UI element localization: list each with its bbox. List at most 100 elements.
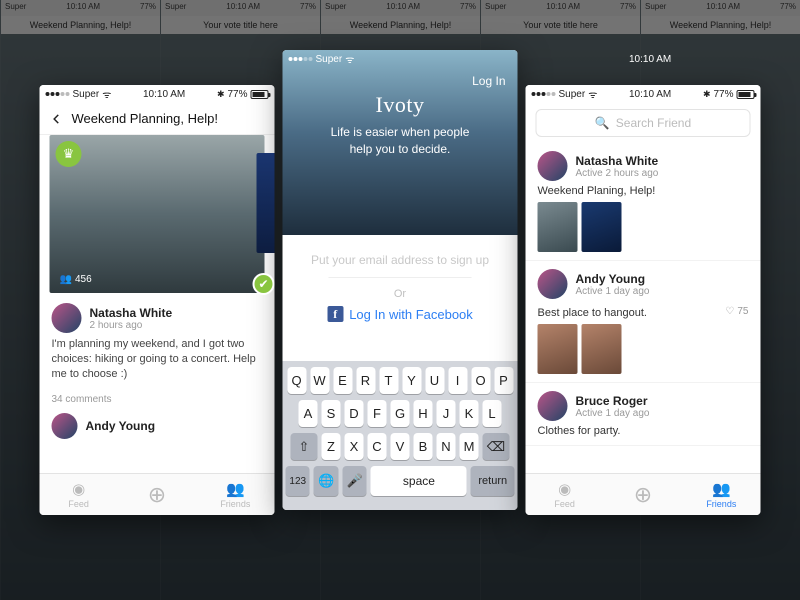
- thumbnail[interactable]: [582, 202, 622, 252]
- key-m[interactable]: M: [460, 433, 479, 460]
- space-key[interactable]: space: [371, 466, 467, 496]
- key-a[interactable]: A: [299, 400, 318, 427]
- friend-active-time: Active 1 day ago: [576, 408, 650, 419]
- thumbnail[interactable]: [538, 202, 578, 252]
- bluetooth-icon: ✱: [703, 89, 711, 100]
- key-t[interactable]: T: [379, 367, 398, 394]
- clock-label: 10:10 AM: [629, 89, 671, 100]
- friend-card[interactable]: Andy Young Active 1 day ago Best place t…: [526, 261, 761, 383]
- friend-name: Bruce Roger: [576, 394, 650, 408]
- avatar[interactable]: [52, 303, 82, 333]
- key-l[interactable]: L: [483, 400, 502, 427]
- keyboard: QWERTYUIOP ASDFGHJKL ⇧ZXCVBNM⌫ 123 🌐 🎤 s…: [283, 361, 518, 510]
- backspace-key[interactable]: ⌫: [483, 433, 510, 460]
- globe-key[interactable]: 🌐: [314, 466, 338, 496]
- post-block: Natasha White 2 hours ago I'm planning m…: [40, 293, 275, 392]
- tab-feed[interactable]: ◉Feed: [526, 474, 604, 515]
- key-123[interactable]: 123: [286, 466, 310, 496]
- key-r[interactable]: R: [356, 367, 375, 394]
- feed-icon: ◉: [72, 480, 85, 498]
- mic-key[interactable]: 🎤: [342, 466, 366, 496]
- tab-friends[interactable]: 👥Friends: [196, 474, 274, 515]
- friends-icon: 👥: [226, 480, 245, 498]
- divider: [329, 277, 472, 278]
- avatar[interactable]: [538, 151, 568, 181]
- search-icon: 🔍: [595, 116, 610, 130]
- friend-name: Andy Young: [576, 272, 650, 286]
- return-key[interactable]: return: [471, 466, 515, 496]
- login-link[interactable]: Log In: [472, 74, 505, 88]
- people-icon: 👥: [60, 274, 72, 285]
- battery-label: 77%: [713, 89, 733, 100]
- key-d[interactable]: D: [345, 400, 364, 427]
- key-q[interactable]: Q: [287, 367, 306, 394]
- friend-active-time: Active 1 day ago: [576, 286, 650, 297]
- key-e[interactable]: E: [333, 367, 352, 394]
- key-v[interactable]: V: [391, 433, 410, 460]
- key-j[interactable]: J: [437, 400, 456, 427]
- key-w[interactable]: W: [310, 367, 329, 394]
- key-y[interactable]: Y: [402, 367, 421, 394]
- key-c[interactable]: C: [368, 433, 387, 460]
- friend-card[interactable]: Bruce Roger Active 1 day ago Clothes for…: [526, 383, 761, 446]
- poll-image-secondary[interactable]: [257, 153, 275, 253]
- key-g[interactable]: G: [391, 400, 410, 427]
- key-i[interactable]: I: [448, 367, 467, 394]
- friend-card[interactable]: Natasha White Active 2 hours ago Weekend…: [526, 143, 761, 261]
- friend-post-title: Clothes for party.: [538, 425, 749, 437]
- key-b[interactable]: B: [414, 433, 433, 460]
- plus-circle-icon: ⊕: [148, 482, 166, 508]
- signal-dots-icon: [289, 57, 313, 61]
- key-row-1: QWERTYUIOP: [286, 367, 515, 394]
- key-h[interactable]: H: [414, 400, 433, 427]
- heart-icon: ♡: [725, 306, 734, 317]
- phone-login-view: Super ᯤ 10:10 AM ✱ 77% Log In Ivoty Life…: [283, 50, 518, 510]
- wifi-icon: ᯤ: [345, 52, 354, 66]
- comments-count[interactable]: 34 comments: [40, 392, 275, 407]
- key-row-bottom: 123 🌐 🎤 space return: [286, 466, 515, 496]
- key-k[interactable]: K: [460, 400, 479, 427]
- wifi-icon: ᯤ: [102, 87, 111, 101]
- avatar[interactable]: [538, 391, 568, 421]
- key-n[interactable]: N: [437, 433, 456, 460]
- key-z[interactable]: Z: [322, 433, 341, 460]
- key-u[interactable]: U: [425, 367, 444, 394]
- tab-friends[interactable]: 👥Friends: [682, 474, 760, 515]
- avatar[interactable]: [52, 413, 78, 439]
- key-x[interactable]: X: [345, 433, 364, 460]
- battery-icon: [737, 90, 755, 99]
- thumbnail[interactable]: [538, 324, 578, 374]
- tab-feed[interactable]: ◉Feed: [40, 474, 118, 515]
- tab-bar: ◉Feed ⊕ 👥Friends: [526, 473, 761, 515]
- search-input[interactable]: 🔍 Search Friend: [536, 109, 751, 137]
- vote-count-badge: 👥456: [60, 274, 92, 285]
- email-input[interactable]: Put your email address to sign up: [299, 253, 502, 267]
- or-label: Or: [299, 288, 502, 300]
- commenter-name: Andy Young: [86, 419, 156, 433]
- key-o[interactable]: O: [471, 367, 490, 394]
- tab-add[interactable]: ⊕: [604, 474, 682, 515]
- key-p[interactable]: P: [494, 367, 513, 394]
- facebook-icon: f: [327, 306, 343, 322]
- tab-add[interactable]: ⊕: [118, 474, 196, 515]
- phone-friends-view: Super ᯤ 10:10 AM ✱ 77% 🔍 Search Friend N…: [526, 85, 761, 515]
- key-s[interactable]: S: [322, 400, 341, 427]
- thumbnail[interactable]: [582, 324, 622, 374]
- thumbnail-row: [538, 202, 749, 252]
- status-bar: Super ᯤ 10:10 AM ✱ 77%: [283, 50, 518, 68]
- avatar[interactable]: [538, 269, 568, 299]
- thumbnail-row: [538, 324, 749, 374]
- key-f[interactable]: F: [368, 400, 387, 427]
- poll-image-primary[interactable]: ♛ 👥456 ✔: [50, 135, 265, 293]
- carrier-label: Super: [559, 89, 586, 100]
- facebook-login-button[interactable]: f Log In with Facebook: [299, 306, 502, 322]
- author-name[interactable]: Natasha White: [90, 306, 173, 320]
- status-bar: Super ᯤ 10:10 AM ✱ 77%: [526, 85, 761, 103]
- back-button[interactable]: [50, 112, 64, 126]
- carrier-label: Super: [73, 89, 100, 100]
- facebook-login-label: Log In with Facebook: [349, 307, 473, 322]
- crown-badge-icon: ♛: [56, 141, 82, 167]
- post-body: I'm planning my weekend, and I got two c…: [52, 337, 263, 382]
- comment-row[interactable]: Andy Young: [40, 407, 275, 445]
- shift-key[interactable]: ⇧: [291, 433, 318, 460]
